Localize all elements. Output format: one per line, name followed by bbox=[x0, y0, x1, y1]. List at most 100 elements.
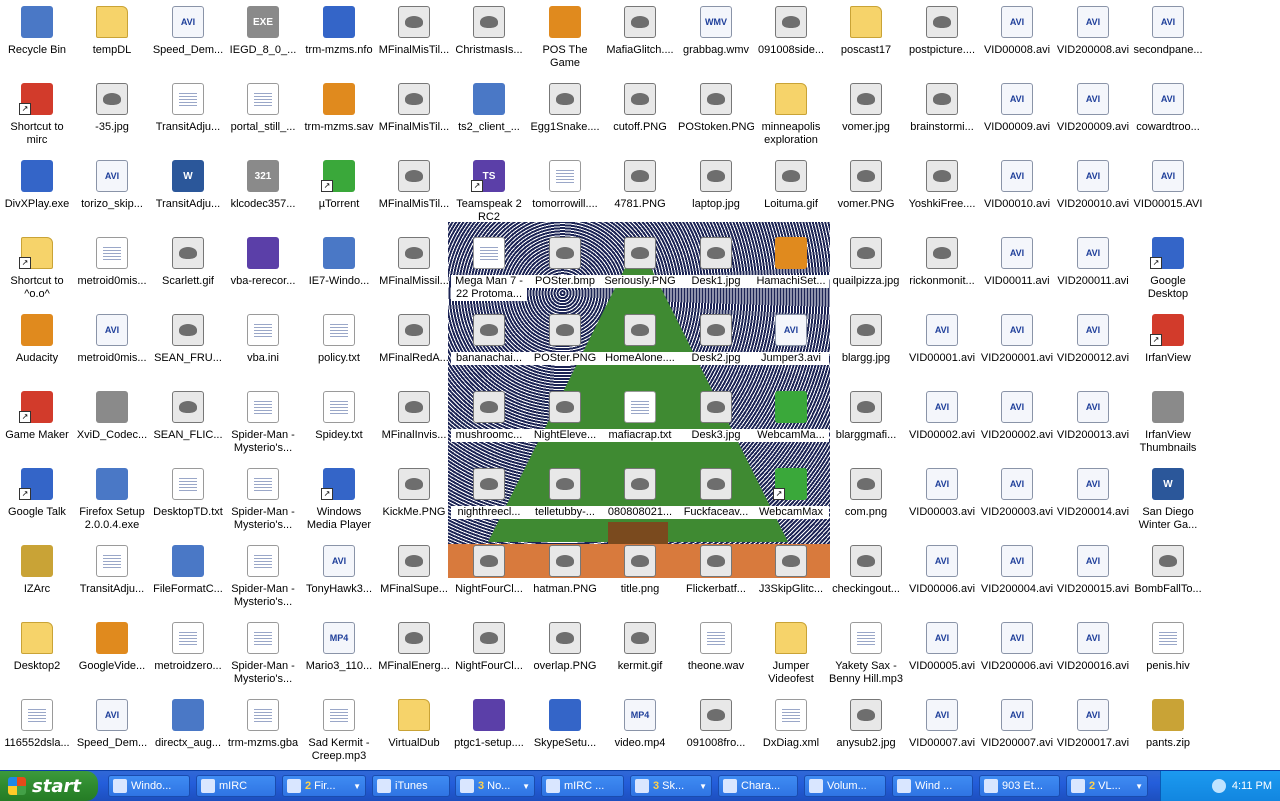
desktop-icon[interactable]: Yakety Sax - Benny Hill.mp3 bbox=[828, 620, 904, 692]
desktop-icon[interactable]: POSter.PNG bbox=[527, 312, 603, 384]
desktop-icon[interactable]: ↗ IrfanView bbox=[1130, 312, 1206, 384]
desktop-icon[interactable]: AVI VID200001.avi bbox=[979, 312, 1055, 384]
desktop-icon[interactable]: ↗ Shortcut to mirc bbox=[0, 81, 75, 153]
desktop-icon[interactable]: ChristmasIs... bbox=[451, 4, 527, 76]
desktop-icon[interactable]: minneapolis exploration bbox=[753, 81, 829, 153]
taskbar-button[interactable]: 2 Fir... ▼ bbox=[282, 775, 366, 797]
desktop-icon[interactable]: Egg1Snake.... bbox=[527, 81, 603, 153]
desktop-icon[interactable]: NightEleve... bbox=[527, 389, 603, 461]
desktop-icon[interactable]: 080808021... bbox=[602, 466, 678, 538]
desktop-icon[interactable]: MFinalSupe... bbox=[376, 543, 452, 615]
desktop-icon[interactable]: com.png bbox=[828, 466, 904, 538]
taskbar-button[interactable]: Wind ... bbox=[892, 775, 973, 797]
desktop-icon[interactable]: hatman.PNG bbox=[527, 543, 603, 615]
desktop-icon[interactable]: DivXPlay.exe bbox=[0, 158, 75, 230]
desktop-icon[interactable]: MP4 Mario3_110... bbox=[301, 620, 377, 692]
desktop-icon[interactable]: AVI VID200012.avi bbox=[1055, 312, 1131, 384]
network-icon[interactable] bbox=[1211, 779, 1226, 793]
desktop-icon[interactable]: DxDiag.xml bbox=[753, 697, 829, 769]
desktop-icon[interactable]: title.png bbox=[602, 543, 678, 615]
desktop-icon[interactable]: Spider-Man - Mysterio's... bbox=[225, 389, 301, 461]
desktop-icon[interactable]: ↗ µTorrent bbox=[301, 158, 377, 230]
desktop-icon[interactable]: MFinalEnerg... bbox=[376, 620, 452, 692]
desktop-icon[interactable]: TransitAdju... bbox=[74, 543, 150, 615]
desktop-icon[interactable]: TS ↗ Teamspeak 2 RC2 bbox=[451, 158, 527, 230]
desktop-icon[interactable]: POStoken.PNG bbox=[678, 81, 754, 153]
desktop-icon[interactable]: TransitAdju... bbox=[150, 81, 226, 153]
taskbar-button[interactable]: iTunes bbox=[372, 775, 450, 797]
desktop-icon[interactable]: AVI secondpane... bbox=[1130, 4, 1206, 76]
desktop-icon[interactable]: vba.ini bbox=[225, 312, 301, 384]
desktop-icon[interactable]: Mega Man 7 - 22 Protoma... bbox=[451, 235, 527, 307]
desktop-icon[interactable]: W TransitAdju... bbox=[150, 158, 226, 230]
desktop-icon[interactable]: AVI VID200011.avi bbox=[1055, 235, 1131, 307]
desktop-icon[interactable]: AVI VID200014.avi bbox=[1055, 466, 1131, 538]
desktop-icon[interactable]: AVI VID200006.avi bbox=[979, 620, 1055, 692]
desktop-icon[interactable]: Desk2.jpg bbox=[678, 312, 754, 384]
desktop-icon[interactable]: Spider-Man - Mysterio's... bbox=[225, 620, 301, 692]
desktop-icon[interactable]: AVI VID200004.avi bbox=[979, 543, 1055, 615]
desktop-icon[interactable]: XviD_Codec... bbox=[74, 389, 150, 461]
taskbar-button[interactable]: 2 VL... ▼ bbox=[1066, 775, 1148, 797]
desktop-icon[interactable]: 321 klcodec357... bbox=[225, 158, 301, 230]
desktop-icon[interactable]: blarggmafi... bbox=[828, 389, 904, 461]
desktop-icon[interactable]: Audacity bbox=[0, 312, 75, 384]
desktop-icon[interactable]: Loituma.gif bbox=[753, 158, 829, 230]
desktop-icon[interactable]: pants.zip bbox=[1130, 697, 1206, 769]
taskbar-button[interactable]: Volum... bbox=[804, 775, 886, 797]
clock[interactable]: 4:11 PM bbox=[1232, 780, 1272, 792]
desktop-icon[interactable]: -35.jpg bbox=[74, 81, 150, 153]
desktop-icon[interactable]: vomer.jpg bbox=[828, 81, 904, 153]
desktop-icon[interactable]: AVI VID200009.avi bbox=[1055, 81, 1131, 153]
desktop-icon[interactable]: MFinalMisTil... bbox=[376, 158, 452, 230]
desktop-icon[interactable]: WebcamMa... bbox=[753, 389, 829, 461]
desktop-icon[interactable]: AVI VID200016.avi bbox=[1055, 620, 1131, 692]
taskbar-button[interactable]: mIRC ... bbox=[541, 775, 624, 797]
desktop-icon[interactable]: penis.hiv bbox=[1130, 620, 1206, 692]
desktop-icon[interactable]: mafiacrap.txt bbox=[602, 389, 678, 461]
desktop-icon[interactable]: tomorrowill.... bbox=[527, 158, 603, 230]
desktop-icon[interactable]: AVI VID00001.avi bbox=[904, 312, 980, 384]
desktop-icon[interactable]: directx_aug... bbox=[150, 697, 226, 769]
desktop-icon[interactable]: AVI Jumper3.avi bbox=[753, 312, 829, 384]
desktop-icon[interactable]: NightFourCl... bbox=[451, 543, 527, 615]
desktop-icon[interactable]: MFinalInvis... bbox=[376, 389, 452, 461]
desktop-icon[interactable]: poscast17 bbox=[828, 4, 904, 76]
desktop-icon[interactable]: AVI VID00007.avi bbox=[904, 697, 980, 769]
desktop-icon[interactable]: IrfanView Thumbnails bbox=[1130, 389, 1206, 461]
desktop-icon[interactable]: trm-mzms.nfo bbox=[301, 4, 377, 76]
desktop-icon[interactable]: AVI VID200008.avi bbox=[1055, 4, 1131, 76]
desktop-icon[interactable]: AVI Speed_Dem... bbox=[150, 4, 226, 76]
desktop-icon[interactable]: Scarlett.gif bbox=[150, 235, 226, 307]
desktop-icon[interactable]: EXE IEGD_8_0_... bbox=[225, 4, 301, 76]
desktop-icon[interactable]: KickMe.PNG bbox=[376, 466, 452, 538]
taskbar-button[interactable]: 3 No... ▼ bbox=[455, 775, 535, 797]
desktop-icon[interactable]: vba-rerecor... bbox=[225, 235, 301, 307]
desktop-icon[interactable]: AVI VID200007.avi bbox=[979, 697, 1055, 769]
desktop-icon[interactable]: AVI VID00015.AVI bbox=[1130, 158, 1206, 230]
desktop-icon[interactable]: W San Diego Winter Ga... bbox=[1130, 466, 1206, 538]
desktop-icon[interactable]: 4781.PNG bbox=[602, 158, 678, 230]
desktop-icon[interactable]: tempDL bbox=[74, 4, 150, 76]
desktop-icon[interactable]: AVI VID200003.avi bbox=[979, 466, 1055, 538]
desktop-icon[interactable]: checkingout... bbox=[828, 543, 904, 615]
desktop-icon[interactable]: POSter.bmp bbox=[527, 235, 603, 307]
desktop-icon[interactable]: BombFallTo... bbox=[1130, 543, 1206, 615]
desktop-icon[interactable]: DesktopTD.txt bbox=[150, 466, 226, 538]
desktop[interactable]: Recycle Bin tempDL AVI Speed_Dem... EXE IEGD_… bbox=[0, 0, 1280, 770]
desktop-icon[interactable]: ptgc1-setup.... bbox=[451, 697, 527, 769]
desktop-icon[interactable]: AVI VID200015.avi bbox=[1055, 543, 1131, 615]
desktop-icon[interactable]: 091008fro... bbox=[678, 697, 754, 769]
desktop-icon[interactable]: AVI VID200010.avi bbox=[1055, 158, 1131, 230]
desktop-icon[interactable]: Desk1.jpg bbox=[678, 235, 754, 307]
start-button[interactable]: start bbox=[0, 771, 98, 801]
desktop-icon[interactable]: Flickerbatf... bbox=[678, 543, 754, 615]
desktop-icon[interactable]: POS The Game Chapter 1 bbox=[527, 4, 603, 76]
taskbar-button[interactable]: 903 Et... bbox=[979, 775, 1060, 797]
desktop-icon[interactable]: IZArc bbox=[0, 543, 75, 615]
desktop-icon[interactable]: ts2_client_... bbox=[451, 81, 527, 153]
desktop-icon[interactable]: AVI TonyHawk3... bbox=[301, 543, 377, 615]
desktop-icon[interactable]: trm-mzms.gba bbox=[225, 697, 301, 769]
desktop-icon[interactable]: nighthreecl... bbox=[451, 466, 527, 538]
desktop-icon[interactable]: MafiaGlitch.... bbox=[602, 4, 678, 76]
